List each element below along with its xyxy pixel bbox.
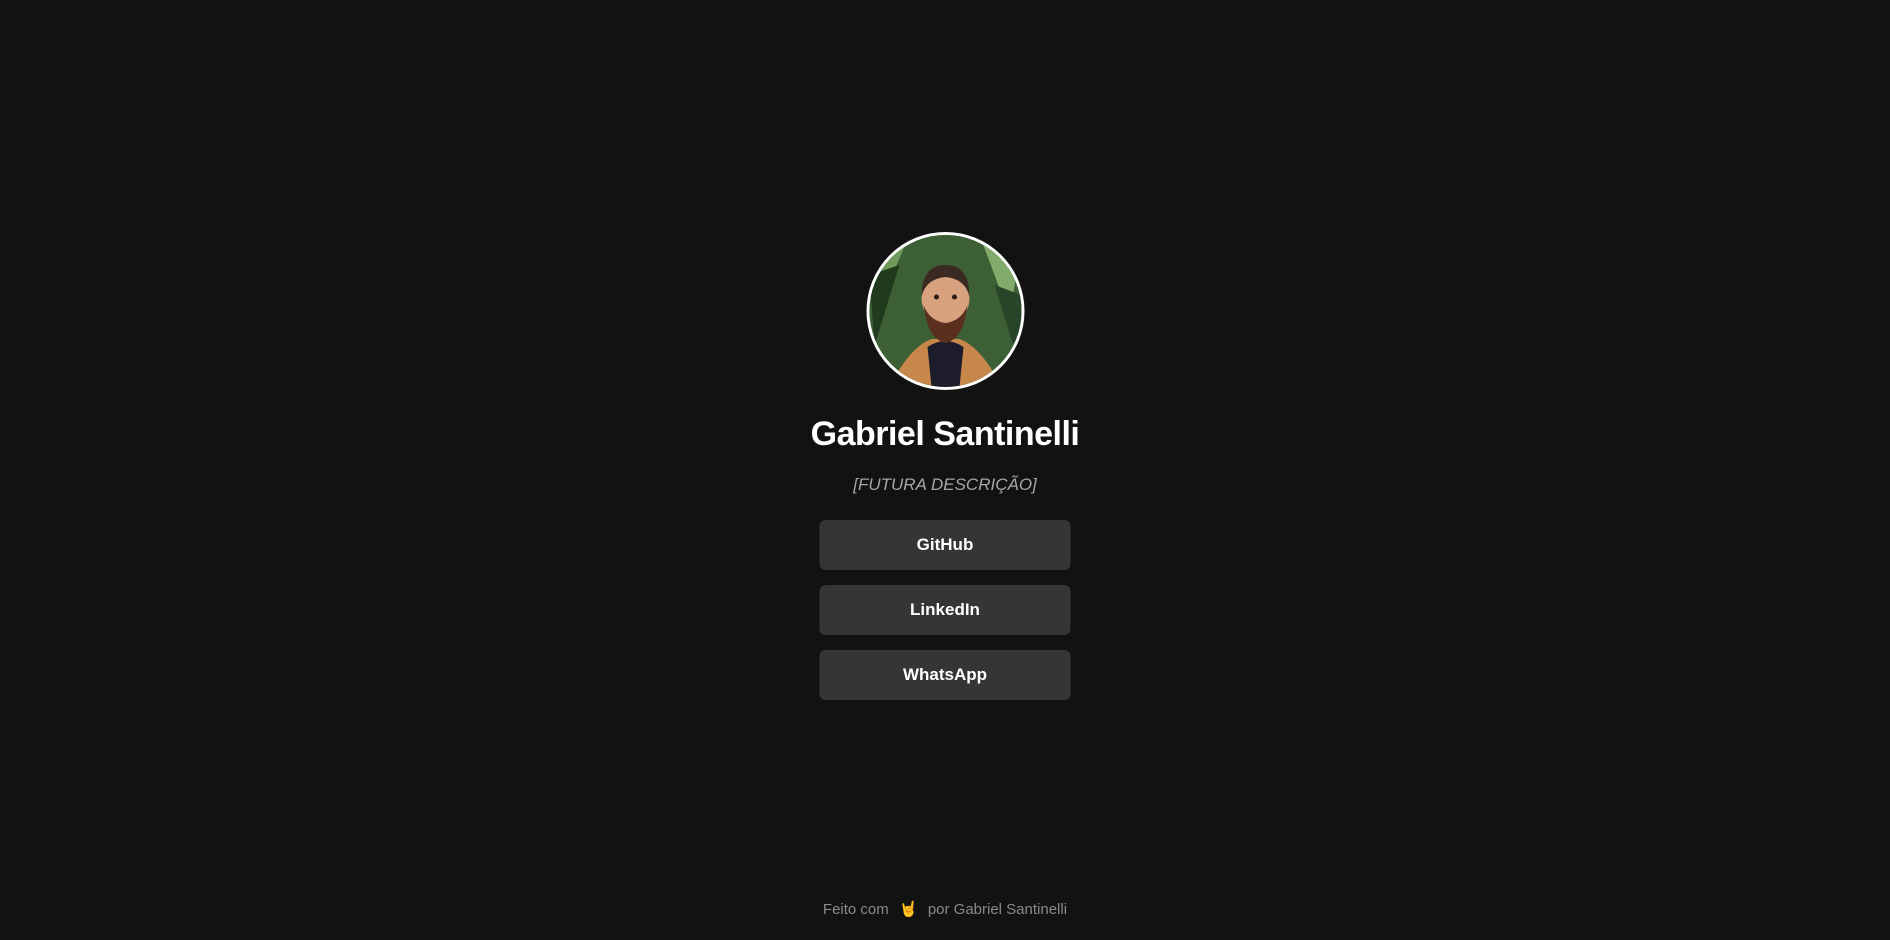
footer-prefix: Feito com (822, 901, 889, 918)
profile-name: Gabriel Santinelli (810, 415, 1080, 453)
avatar (866, 232, 1024, 390)
whatsapp-button[interactable]: WhatsApp (819, 650, 1071, 700)
github-button[interactable]: GitHub (819, 520, 1071, 570)
footer-suffix: por Gabriel Santinelli (927, 901, 1068, 918)
profile-card: Gabriel Santinelli [FUTURA DESCRIÇÃO] Gi… (811, 232, 1080, 700)
linkedin-button[interactable]: LinkedIn (819, 585, 1071, 635)
link-list: GitHub LinkedIn WhatsApp (819, 520, 1071, 700)
page: Gabriel Santinelli [FUTURA DESCRIÇÃO] Gi… (0, 0, 1890, 940)
profile-photo (869, 235, 1021, 387)
footer: Feito com 🤘 por Gabriel Santinelli (0, 900, 1890, 920)
profile-description: [FUTURA DESCRIÇÃO] (853, 475, 1037, 494)
rock-hand-icon: 🤘 (898, 901, 918, 918)
